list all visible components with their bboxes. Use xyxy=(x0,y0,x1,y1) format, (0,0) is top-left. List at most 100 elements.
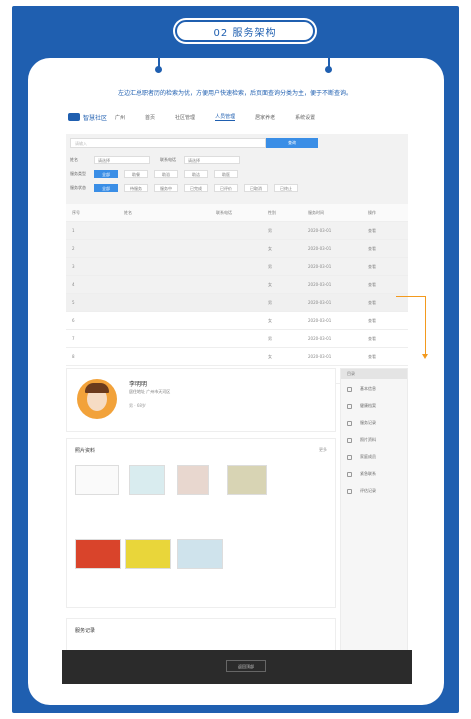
sidebar-item-icon xyxy=(347,471,352,477)
connector-dot-left xyxy=(155,66,162,73)
table-cell: 7 xyxy=(72,336,75,341)
table-cell[interactable]: 查看 xyxy=(368,282,408,288)
sidebar-item[interactable]: 家庭成员 xyxy=(341,450,407,464)
sidebar-item[interactable]: 基本信息 xyxy=(341,382,407,396)
col-header: 联系电话 xyxy=(216,209,232,215)
table-cell: 2020-03-01 xyxy=(308,228,332,233)
photo-thumb-3[interactable] xyxy=(177,465,209,495)
photo-thumb-5[interactable] xyxy=(75,539,121,569)
sidebar-item[interactable]: 评估记录 xyxy=(341,484,407,498)
table-row[interactable]: 1 男 2020-03-01 查看 xyxy=(66,222,408,240)
nav-item-3[interactable]: 人员管理 xyxy=(215,113,236,121)
profile-meta: 男 · 68岁 xyxy=(129,403,146,408)
table-cell[interactable]: 查看 xyxy=(368,354,408,360)
sidebar-item-label: 照片资料 xyxy=(360,437,376,442)
avatar xyxy=(77,379,117,419)
table-cell: 6 xyxy=(72,318,75,323)
results-table: 序号 姓名 联系电话 性别 服务时间 操作 1 男 2020-03-01 查看 2 女 20… xyxy=(66,204,408,384)
sidebar-item[interactable]: 服务记录 xyxy=(341,416,407,430)
section-badge: 02 服务架构 xyxy=(175,20,315,42)
sidebar-item[interactable]: 紧急联系 xyxy=(341,467,407,481)
search-button[interactable]: 查询 xyxy=(266,138,318,148)
annotation-arrow-icon xyxy=(422,354,428,359)
photo-thumb-6[interactable] xyxy=(125,539,171,569)
table-cell[interactable]: 查看 xyxy=(368,246,408,252)
status-tag-1[interactable]: 待服务 xyxy=(124,184,148,192)
status-tag-4[interactable]: 已评价 xyxy=(214,184,238,192)
table-cell[interactable]: 查看 xyxy=(368,228,408,234)
status-tag-6[interactable]: 已终止 xyxy=(274,184,298,192)
table-cell: 女 xyxy=(268,281,272,287)
phone-select[interactable]: 请选择 xyxy=(184,156,240,164)
photos-title: 照片资料 xyxy=(75,448,96,454)
col-header: 序号 xyxy=(72,209,80,215)
table-row[interactable]: 7 男 2020-03-01 查看 xyxy=(66,330,408,348)
photo-thumb-7[interactable] xyxy=(177,539,223,569)
back-to-top-button[interactable]: 返回顶部 xyxy=(226,660,266,672)
status-tag-3[interactable]: 已完成 xyxy=(184,184,208,192)
table-cell: 男 xyxy=(268,227,272,233)
table-cell: 2020-03-01 xyxy=(308,246,332,251)
table-cell: 女 xyxy=(268,245,272,251)
nav-item-2[interactable]: 社区管理 xyxy=(175,114,195,121)
search-input[interactable]: 请输入 xyxy=(70,138,266,148)
city-selector[interactable]: 广州 xyxy=(115,114,125,121)
name-select[interactable]: 请选择 xyxy=(94,156,150,164)
table-cell: 8 xyxy=(72,354,75,359)
sidebar-item-label: 服务记录 xyxy=(360,420,376,425)
table-row[interactable]: 6 女 2020-03-01 查看 xyxy=(66,312,408,330)
profile-sidebar: 目录 基本信息健康档案服务记录照片资料家庭成员紧急联系评估记录 xyxy=(340,368,408,684)
sidebar-item[interactable]: 健康档案 xyxy=(341,399,407,413)
type-tag-2[interactable]: 助浴 xyxy=(154,170,178,178)
table-cell: 男 xyxy=(268,335,272,341)
table-header-row: 序号 姓名 联系电话 性别 服务时间 操作 xyxy=(66,204,408,222)
profile-name: 李明明 xyxy=(129,381,148,388)
table-cell[interactable]: 查看 xyxy=(368,264,408,270)
sidebar-item-icon xyxy=(347,488,352,494)
type-tag-1[interactable]: 助餐 xyxy=(124,170,148,178)
annotation-line-horizontal xyxy=(396,296,426,297)
table-row[interactable]: 5 男 2020-03-01 查看 xyxy=(66,294,408,312)
table-cell: 2 xyxy=(72,246,75,251)
table-cell[interactable]: 查看 xyxy=(368,336,408,342)
logo-icon xyxy=(68,113,80,121)
type-tag-4[interactable]: 助医 xyxy=(214,170,238,178)
bottom-bar: 返回顶部 xyxy=(62,650,412,684)
nav-item-4[interactable]: 居家养老 xyxy=(255,114,275,121)
avatar-hair xyxy=(85,383,109,393)
type-tag-3[interactable]: 助洁 xyxy=(184,170,208,178)
table-cell: 2020-03-01 xyxy=(308,300,332,305)
sidebar-heading: 目录 xyxy=(341,369,407,379)
table-cell[interactable]: 查看 xyxy=(368,318,408,324)
sidebar-item[interactable]: 照片资料 xyxy=(341,433,407,447)
status-tag-0[interactable]: 全部 xyxy=(94,184,118,192)
photo-thumb-1[interactable] xyxy=(75,465,119,495)
caption-text: 左边汇总职者历的检索为优，方便用户快速检索，后页面查询分类为主，便于不断查询。 xyxy=(117,90,352,97)
table-cell: 2020-03-01 xyxy=(308,336,332,341)
table-row[interactable]: 3 男 2020-03-01 查看 xyxy=(66,258,408,276)
photo-thumb-2[interactable] xyxy=(129,465,165,495)
table-cell: 2020-03-01 xyxy=(308,282,332,287)
photos-more-link[interactable]: 更多 xyxy=(319,447,327,453)
col-header: 性别 xyxy=(268,209,276,215)
photo-thumb-4[interactable] xyxy=(227,465,267,495)
sidebar-item-icon xyxy=(347,437,352,443)
sidebar-item-label: 紧急联系 xyxy=(360,471,376,476)
table-cell[interactable]: 查看 xyxy=(368,300,408,306)
table-cell: 男 xyxy=(268,299,272,305)
status-tag-2[interactable]: 服务中 xyxy=(154,184,178,192)
sidebar-item-label: 健康档案 xyxy=(360,403,376,408)
table-cell: 3 xyxy=(72,264,75,269)
nav-item-1[interactable]: 首页 xyxy=(145,114,155,121)
table-row[interactable]: 4 女 2020-03-01 查看 xyxy=(66,276,408,294)
table-cell: 男 xyxy=(268,263,272,269)
connector-dot-right xyxy=(325,66,332,73)
type-tag-0[interactable]: 全部 xyxy=(94,170,118,178)
status-tag-5[interactable]: 已取消 xyxy=(244,184,268,192)
table-cell: 2020-03-01 xyxy=(308,264,332,269)
table-row[interactable]: 8 女 2020-03-01 查看 xyxy=(66,348,408,366)
nav-item-5[interactable]: 系统设置 xyxy=(295,114,315,121)
filter-row-status: 服务状态 全部 待服务 服务中 已完成 已评价 已取消 已终止 xyxy=(70,184,304,192)
table-cell: 女 xyxy=(268,353,272,359)
table-row[interactable]: 2 女 2020-03-01 查看 xyxy=(66,240,408,258)
